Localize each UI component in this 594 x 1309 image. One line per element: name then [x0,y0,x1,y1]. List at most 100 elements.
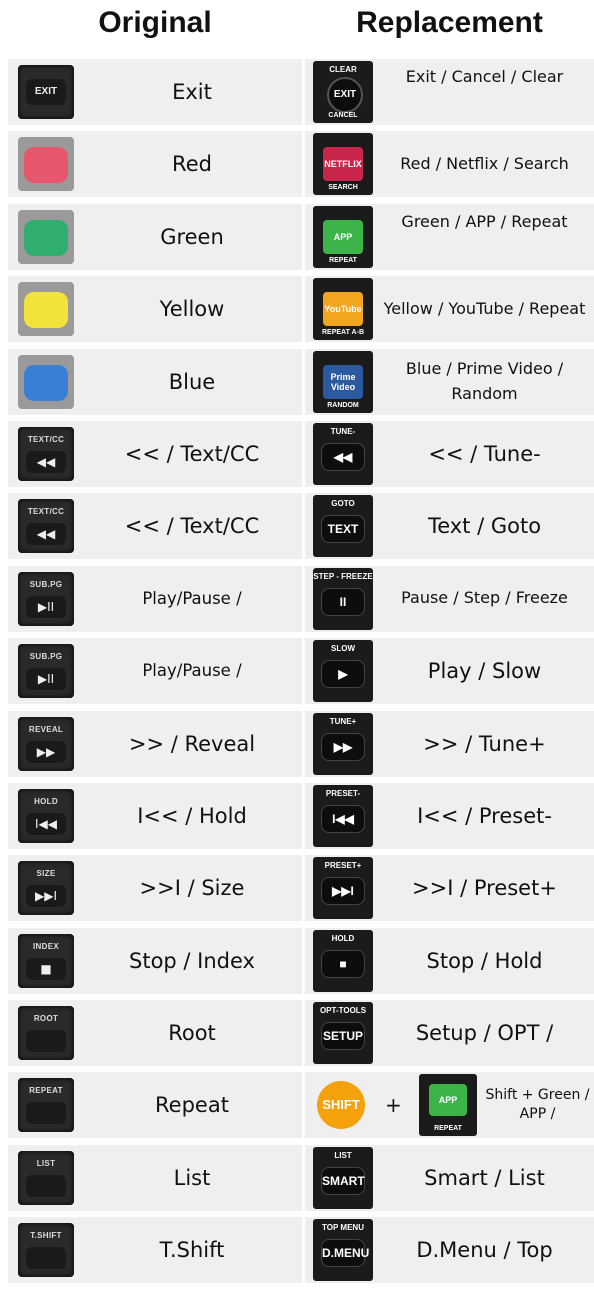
color-button-icon [24,219,68,256]
original-cell: INDEX ■ Stop / Index [8,927,302,994]
original-button-image [18,354,74,409]
remote-key-icon: TEXT [321,515,365,544]
original-cell: LIST List [8,1144,302,1211]
replacement-cell: APP REPEAT Green / APP / Repeat [305,203,594,270]
table-row: Green APP REPEAT Green / APP / Repeat [8,201,594,273]
original-function-text: >>I / Size [139,876,245,901]
replacement-cell: SHIFT + APP REPEAT Shift + Green / APP / [305,1072,594,1139]
remote-key-icon: ▶▶I [26,885,66,908]
original-cell: SUB.PG ▶II Play/Pause / [8,565,302,632]
replacement-cell: CLEAR EXIT CANCEL Exit / Cancel / Clear [305,59,594,125]
original-function-text: Repeat [155,1093,229,1118]
replacement-cell: STEP - FREEZE II Pause / Step / Freeze [305,565,594,632]
colored-button-icon: YouTube [323,292,363,327]
original-cell: TEXT/CC ◀◀ << / Text/CC [8,493,302,560]
original-cell: Blue [8,348,302,415]
original-function-text: << / Text/CC [124,514,260,539]
table-row: SIZE ▶▶I >>I / Size PRESET+ ▶▶I >>I / Preset+ [8,852,594,924]
remote-key-icon: ■ [26,957,66,980]
shift-button-icon: SHIFT [317,1081,365,1130]
replacement-button-image: OPT-TOOLS SETUP [313,1002,373,1065]
original-button-label: LIST [36,1158,56,1168]
replacement-button-label: LIST [334,1150,352,1160]
replacement-cell: TOP MENU D.MENU D.Menu / Top [305,1217,594,1284]
table-row: REVEAL ▶▶ >> / Reveal TUNE+ ▶▶ >> / Tune+ [8,708,594,780]
replacement-button-label: HOLD [331,933,355,943]
table-row: T.SHIFT T.Shift TOP MENU D.MENU D.Menu / Top [8,1214,594,1286]
replacement-button-image: Prime Video RANDOM [313,350,373,413]
remote-key-icon: ■ [321,949,365,978]
green-app-button-icon: APP [429,1084,467,1117]
table-row: Yellow YouTube REPEAT A-B Yellow / YouTube … [8,273,594,345]
original-button-image: REPEAT [18,1078,74,1133]
original-function-text: << / Text/CC [124,441,260,466]
original-button-image: SIZE ▶▶I [18,861,74,916]
replacement-button-image: TOP MENU D.MENU [313,1219,373,1282]
original-button-image: REVEAL ▶▶ [18,716,74,771]
remote-key-icon [26,1030,66,1053]
original-function-text: >> / Reveal [128,731,256,756]
original-function-text: Yellow [159,297,225,322]
table-row: INDEX ■ Stop / Index HOLD ■ Stop / Hold [8,925,594,997]
replacement-function-text: I<< / Preset- [417,803,552,828]
remote-key-icon: ▶▶ [321,732,365,761]
replacement-button-image: PRESET+ ▶▶I [313,857,373,920]
original-button-image: HOLD I◀◀ [18,788,74,843]
replacement-cell: NETFLIX SEARCH Red / Netflix / Search [305,131,594,198]
replacement-function-text: >>I / Preset+ [412,876,557,901]
original-column-header: Original [98,6,212,39]
original-function-text: Stop / Index [129,948,255,973]
replacement-button-image: CLEAR EXIT CANCEL [313,61,373,123]
original-function-text: I<< / Hold [137,803,247,828]
remote-key-icon: ◀◀ [26,523,66,546]
original-cell: REVEAL ▶▶ >> / Reveal [8,710,302,777]
replacement-button-image: APP REPEAT [313,205,373,268]
original-cell: SUB.PG ▶II Play/Pause / [8,638,302,705]
replacement-function-text: Play / Slow [427,659,542,684]
original-cell: SIZE ▶▶I >>I / Size [8,855,302,922]
remote-key-icon: D.MENU [321,1239,369,1268]
replacement-function-text: Yellow / YouTube / Repeat [383,298,586,318]
replacement-button-image: LIST SMART [313,1146,373,1209]
remote-key-icon: I◀◀ [321,804,365,833]
exit-button-icon: EXIT [26,79,66,105]
original-cell: HOLD I◀◀ I<< / Hold [8,782,302,849]
replacement-button-image: GOTO TEXT [313,495,373,558]
original-cell: Red [8,131,302,198]
remote-key-icon: ◀◀ [321,442,365,471]
original-button-image: TEXT/CC ◀◀ [18,426,74,481]
replacement-button-label: GOTO [331,499,355,509]
original-cell: Yellow [8,276,302,343]
original-function-text: Root [168,1021,216,1046]
replacement-cell: GOTO TEXT Text / Goto [305,493,594,560]
original-button-image: T.SHIFT [18,1223,74,1278]
original-function-text: Green [160,224,224,249]
replacement-cell: TUNE+ ▶▶ >> / Tune+ [305,710,594,777]
replacement-cell: YouTube REPEAT A-B Yellow / YouTube / Repe… [305,276,594,343]
replacement-button-image: TUNE- ◀◀ [313,422,373,485]
original-button-label: TEXT/CC [27,434,65,444]
replacement-button-image: TUNE+ ▶▶ [313,712,373,775]
replacement-button-sublabel: CANCEL [328,112,358,119]
color-button-icon [24,292,68,329]
table-row: Blue Prime Video RANDOM Blue / Prime Video … [8,346,594,418]
replacement-button-label: TUNE+ [329,716,357,726]
color-button-icon [24,147,68,184]
replacement-button-image: STEP - FREEZE II [313,567,373,630]
original-function-text: Blue [168,369,216,394]
replacement-button-label: SLOW [331,644,355,654]
replacement-function-text: Smart / List [424,1165,545,1190]
original-button-label: SUB.PG [29,652,63,662]
replacement-function-text: D.Menu / Top [416,1238,553,1263]
replacement-cell: TUNE- ◀◀ << / Tune- [305,420,594,487]
replacement-function-text: Exit / Cancel / Clear [405,67,564,86]
table-row: REPEAT Repeat SHIFT + APP REPEAT Shift + Green… [8,1069,594,1141]
remote-key-icon: II [321,587,365,616]
replacement-button-sublabel: REPEAT A-B [322,329,364,337]
remote-key-icon: ▶II [26,595,66,618]
original-button-label: HOLD [34,796,58,806]
colored-button-icon: NETFLIX [323,147,363,182]
original-button-label: REVEAL [28,724,64,734]
original-cell: ROOT Root [8,1000,302,1067]
replacement-button-label: TOP MENU [322,1223,364,1233]
